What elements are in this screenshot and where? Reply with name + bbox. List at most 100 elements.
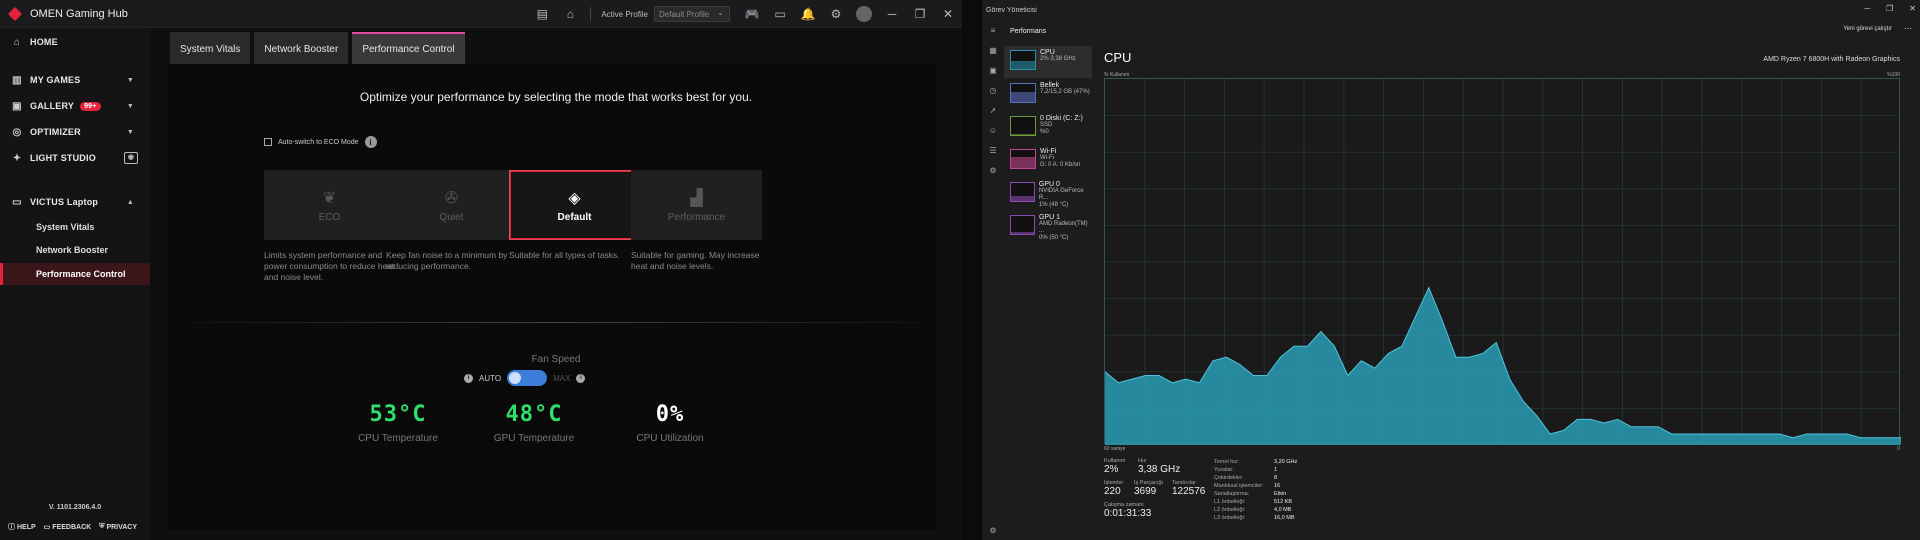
resource-name: 0 Diski (C: Z:) — [1040, 115, 1083, 122]
resource-item[interactable]: GPU 1 AMD Radeon(TM) ... 0% (50 °C) — [1004, 211, 1092, 243]
nav-device[interactable]: ▭ VICTUS Laptop ▲ — [0, 190, 150, 214]
nav-device-label: VICTUS Laptop — [30, 197, 99, 207]
more-icon[interactable]: ⋯ — [1904, 24, 1912, 33]
resource-item[interactable]: 0 Diski (C: Z:) SSD %0 — [1004, 112, 1092, 144]
mode-desc-default: Suitable for all types of tasks. — [509, 250, 620, 260]
new-task-button[interactable]: Yeni görevi çalıştır — [1843, 26, 1892, 32]
spec-key: Çekirdekler: — [1214, 475, 1244, 481]
chevron-down-icon: ⌄ — [717, 8, 724, 17]
spec-row: Mantıksal işlemciler: 16 — [1214, 482, 1297, 490]
spec-key: L3 önbelleği: — [1214, 515, 1246, 521]
cpu-temp-metric: 53°C CPU Temperature — [338, 402, 458, 444]
nav-optimizer[interactable]: ◎ OPTIMIZER ▼ — [0, 120, 150, 144]
nav-gallery-label: GALLERY — [30, 101, 75, 111]
tab-system-vitals[interactable]: System Vitals — [170, 32, 251, 64]
info-icon[interactable]: i — [364, 136, 377, 148]
sidebar-item-performance-control[interactable]: Performance Control — [0, 263, 150, 285]
auto-switch-checkbox[interactable] — [264, 138, 272, 146]
thumbnail-fill — [1011, 195, 1034, 201]
mode-label: Default — [557, 211, 592, 223]
divider — [590, 7, 592, 21]
diamond-icon: ◈ — [568, 189, 581, 207]
resource-list: CPU 2% 3,38 GHz Bellek 7,2/15,2 GB (47%) 0 D… — [1004, 46, 1092, 244]
restore-icon[interactable]: ❐ — [906, 0, 934, 28]
bell-icon[interactable]: 🔔 — [794, 0, 822, 28]
cpu-util-value: 0% — [655, 402, 685, 427]
nav-gallery[interactable]: ▣ GALLERY 99+ ▼ — [0, 94, 150, 118]
mode-card-quiet[interactable]: ✇ Quiet — [386, 170, 517, 240]
restore-icon[interactable]: ❐ — [1886, 4, 1893, 13]
nav-home[interactable]: ⌂ HOME — [0, 30, 150, 54]
nav-light-studio[interactable]: ✦ LIGHT STUDIO ◉ — [0, 146, 150, 170]
cpu-util-metric: 0% CPU Utilization — [610, 402, 730, 444]
home-icon[interactable]: ⌂ — [556, 0, 584, 28]
menu-icon[interactable]: ≡ — [982, 20, 1004, 40]
mode-card-performance[interactable]: ▟ Performance — [631, 170, 762, 240]
stat-is-parcacigi: İş Parçacığı 3699 — [1134, 480, 1163, 497]
tab-performance-control[interactable]: Performance Control — [352, 32, 465, 64]
mode-card-eco[interactable]: ❦ ECO — [264, 170, 395, 240]
resource-item[interactable]: Wi-Fi Wi-Fi G: 0 A: 0 Kb/sn — [1004, 145, 1092, 177]
info-icon[interactable]: i — [576, 373, 586, 383]
services-icon[interactable]: ⚙ — [982, 160, 1004, 180]
sidebar-item-system-vitals[interactable]: System Vitals — [0, 216, 150, 238]
spec-value: Etkin — [1274, 491, 1287, 497]
screen-icon[interactable]: ▭ — [766, 0, 794, 28]
details-icon[interactable]: ☰ — [982, 140, 1004, 160]
feedback-link[interactable]: ▭ FEEDBACK — [44, 522, 92, 532]
resource-detail: NVIDIA GeForce R... — [1038, 188, 1084, 201]
processes-icon[interactable]: ▦ — [982, 40, 1004, 60]
resource-text: Bellek 7,2/15,2 GB (47%) — [1040, 82, 1090, 111]
history-icon[interactable]: ◷ — [982, 80, 1004, 100]
settings-icon[interactable]: ⚙ — [982, 520, 1004, 540]
active-profile-dropdown[interactable]: Default Profile ⌄ — [654, 6, 730, 22]
mode-label: Quiet — [439, 211, 464, 223]
help-link[interactable]: ⓘ HELP — [8, 522, 36, 532]
avatar[interactable] — [856, 6, 872, 22]
cpu-detail: CPU AMD Ryzen 7 6800H with Radeon Graphi… — [1104, 46, 1914, 540]
performance-icon[interactable]: ▣ — [982, 60, 1004, 80]
resource-text: CPU 2% 3,38 GHz — [1040, 49, 1076, 78]
spec-row: L1 önbelleği: 512 KB — [1214, 498, 1297, 506]
privacy-link[interactable]: ⛨ PRIVACY — [99, 522, 137, 532]
stat-value: 3699 — [1134, 486, 1157, 497]
notes-icon[interactable]: ▤ — [528, 0, 556, 28]
gamepad-icon[interactable]: 🎮 — [738, 0, 766, 28]
spec-key: Yuvalar: — [1214, 467, 1234, 473]
fan-speed-toggle[interactable] — [507, 370, 548, 386]
page-headline: Optimize your performance by selecting t… — [359, 90, 753, 104]
close-icon[interactable]: ✕ — [1909, 4, 1916, 13]
resource-item[interactable]: Bellek 7,2/15,2 GB (47%) — [1004, 79, 1092, 111]
tm-title-bar: Görev Yöneticisi ─ ❐ ✕ — [982, 0, 1920, 20]
tab-label: Performance Control — [362, 43, 455, 55]
minimize-icon[interactable]: ─ — [878, 0, 906, 28]
close-icon[interactable]: ✕ — [934, 0, 962, 28]
nav-my-games-label: MY GAMES — [30, 75, 81, 85]
camera-icon[interactable]: ◉ — [124, 152, 138, 164]
resource-item[interactable]: GPU 0 NVIDIA GeForce R... 1% (48 °C) — [1004, 178, 1092, 210]
spec-key: Sanallaştırma: — [1214, 491, 1250, 497]
resource-detail: 0% (50 °C) — [1038, 235, 1069, 241]
performance-panel: Optimize your performance by selecting t… — [168, 64, 936, 530]
home-icon: ⌂ — [13, 36, 21, 48]
minimize-icon[interactable]: ─ — [1864, 4, 1870, 13]
sidebar-item-network-booster[interactable]: Network Booster — [0, 239, 150, 261]
resource-item[interactable]: CPU 2% 3,38 GHz — [1004, 46, 1092, 78]
startup-icon[interactable]: ➚ — [982, 100, 1004, 120]
auto-switch-eco[interactable]: Auto-switch to ECO Mode i — [264, 136, 377, 148]
tab-label: System Vitals — [180, 43, 241, 55]
users-icon[interactable]: ☺ — [982, 120, 1004, 140]
nav-my-games[interactable]: ▥ MY GAMES ▼ — [0, 68, 150, 92]
fan-icon: ✇ — [444, 189, 459, 207]
stat-kullanim: Kullanım 2% — [1104, 458, 1125, 475]
gear-icon[interactable]: ⚙ — [822, 0, 850, 28]
fan-auto-label: AUTO — [479, 373, 502, 383]
mode-card-default[interactable]: ◈ Default — [509, 170, 640, 240]
stat-value: 0:01:31:33 — [1104, 508, 1152, 519]
feedback-label: FEEDBACK — [52, 523, 92, 531]
info-icon[interactable]: i — [464, 373, 473, 383]
sidebar: ⌂ HOME ▥ MY GAMES ▼ ▣ GALLERY 99+ ▼ ◎ OPTIMIZER… — [0, 28, 150, 540]
mode-desc-quiet: Keep fan noise to a minimum by reducing … — [386, 250, 508, 271]
tab-network-booster[interactable]: Network Booster — [254, 32, 349, 64]
resource-name: GPU 0 — [1038, 181, 1060, 188]
